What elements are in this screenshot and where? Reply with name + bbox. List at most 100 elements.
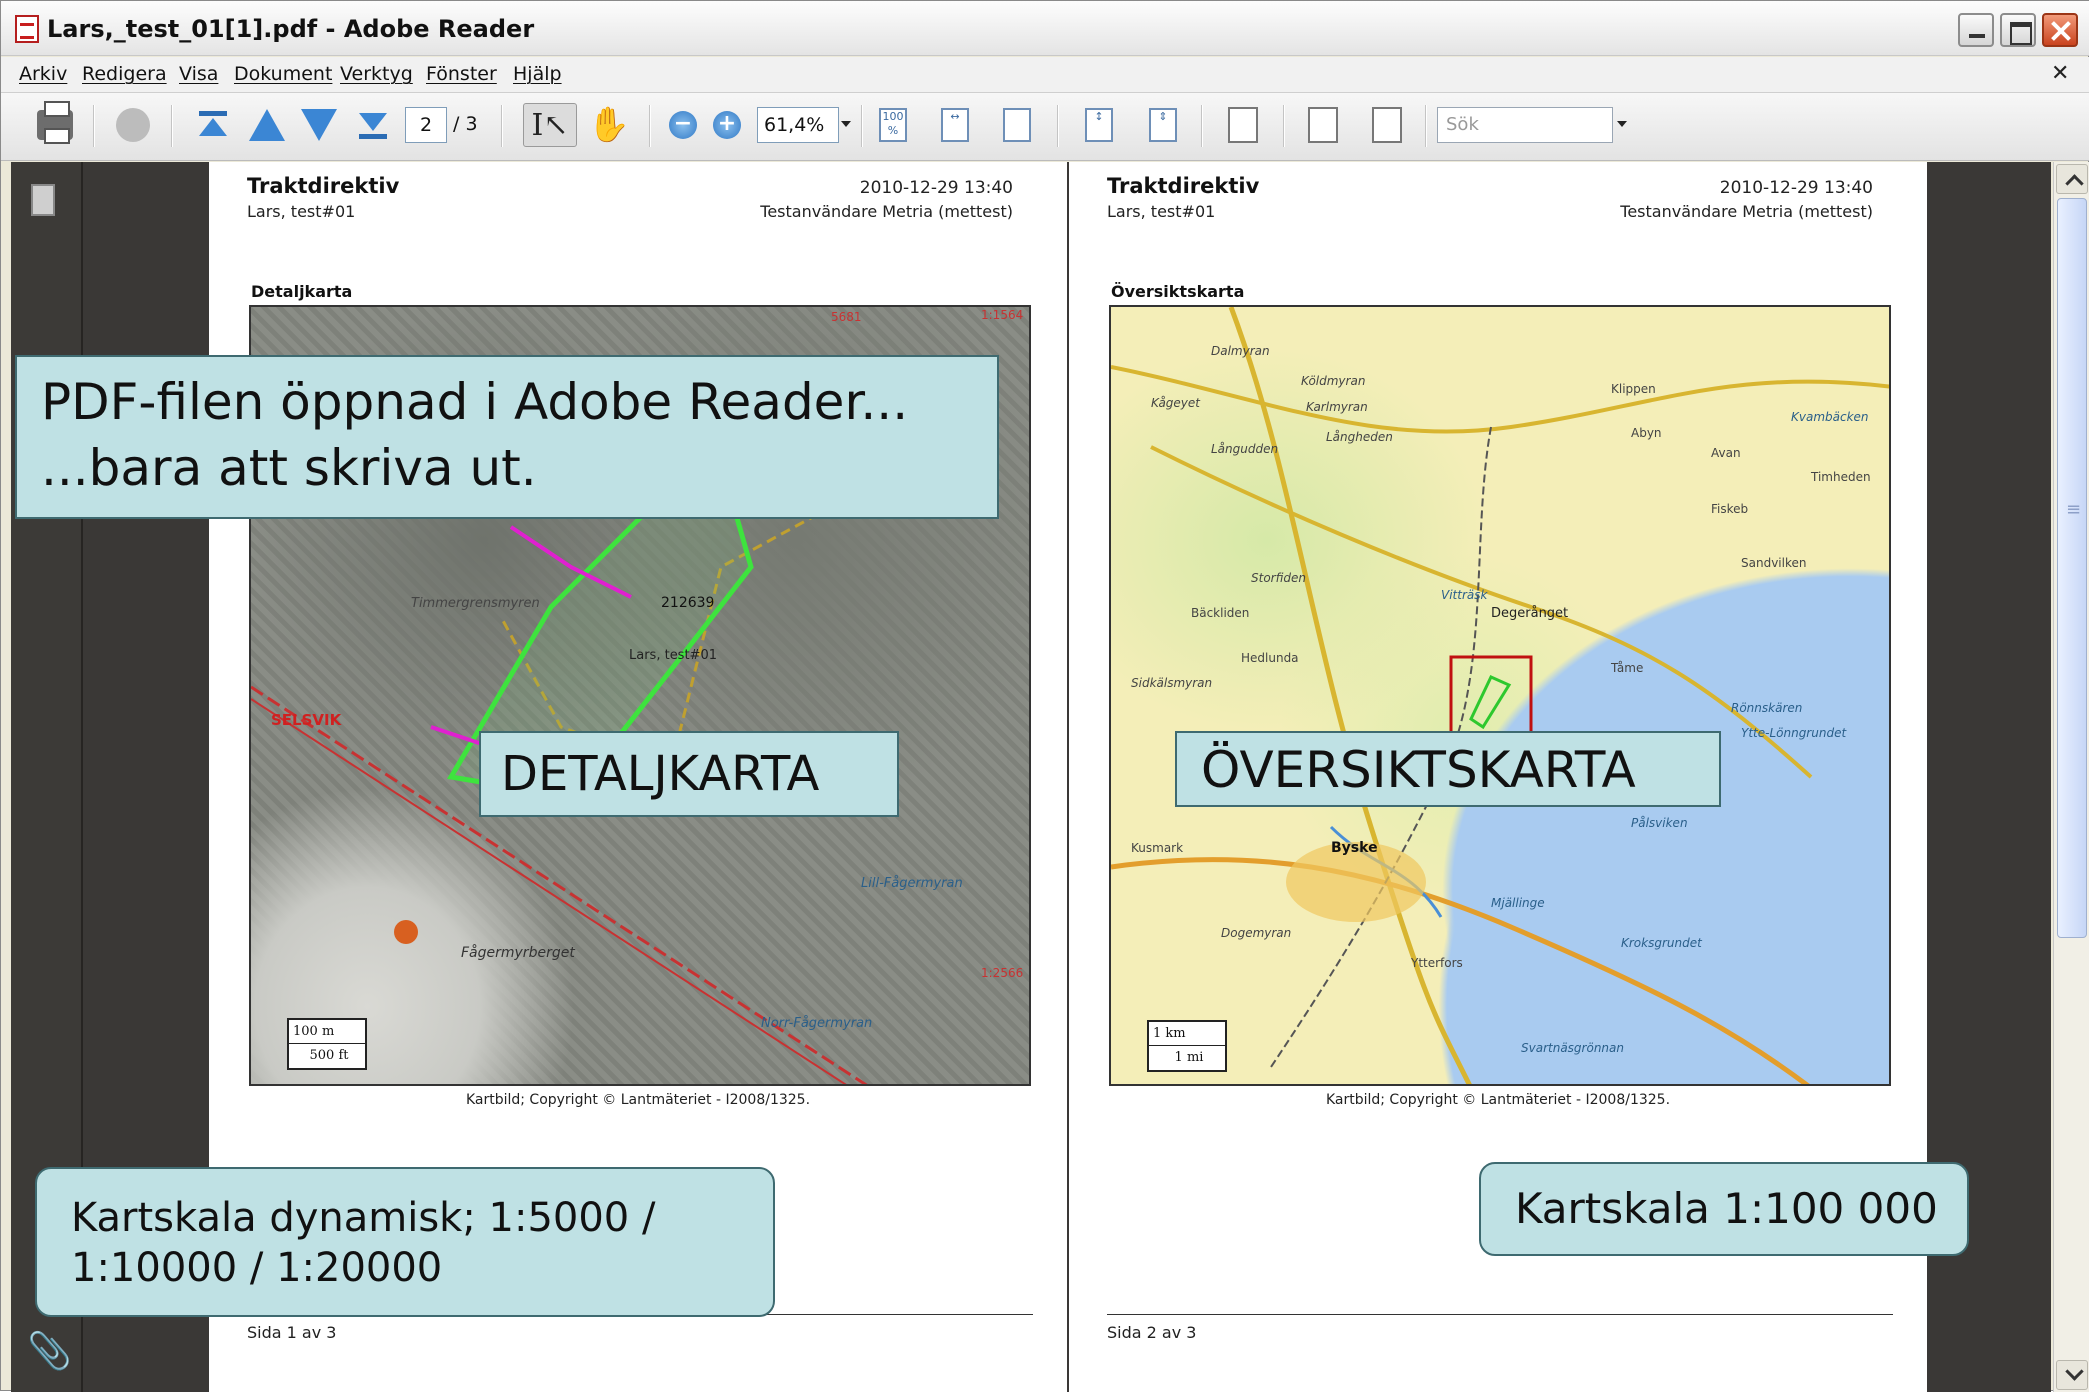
close-window-button[interactable] xyxy=(2042,13,2078,47)
map-label: Norr-Fågermyran xyxy=(761,1016,872,1031)
page-title: Traktdirektiv xyxy=(247,174,400,198)
map-label: Köldmyran xyxy=(1301,374,1365,388)
menu-visa[interactable]: Visa xyxy=(179,63,218,85)
maximize-button[interactable] xyxy=(2000,13,2036,47)
fit-page-icon xyxy=(1003,108,1031,142)
zoom-out-button[interactable]: − xyxy=(661,103,705,147)
share-icon xyxy=(116,108,150,142)
map-label: Avan xyxy=(1711,446,1741,460)
print-icon xyxy=(37,101,73,144)
map-label: Ytterfors xyxy=(1410,956,1463,970)
minimize-button[interactable] xyxy=(1958,13,1994,47)
zoom-level-input[interactable]: 61,4% xyxy=(757,107,839,143)
scroll-thumb[interactable] xyxy=(2057,198,2087,938)
close-document-icon[interactable]: ✕ xyxy=(2051,61,2069,86)
print-button[interactable] xyxy=(33,101,77,147)
map-label: Pålsviken xyxy=(1631,816,1688,830)
map-label: Storfiden xyxy=(1251,571,1306,585)
page-customer: Testanvändare Metria (mettest) xyxy=(1620,202,1873,221)
map-copyright: Kartbild; Copyright © Lantmäteriet - I20… xyxy=(1325,1092,1671,1108)
first-page-button[interactable] xyxy=(191,103,235,147)
zoom-dropdown-icon[interactable] xyxy=(841,121,851,127)
fit-page-button[interactable] xyxy=(995,103,1039,147)
map-label: Ytte-Lönngrundet xyxy=(1741,726,1847,740)
share-button[interactable] xyxy=(111,103,155,147)
callout-dynamic-scale-line1: Kartskala dynamisk; 1:5000 / xyxy=(71,1195,656,1241)
select-text-icon: I↖ xyxy=(531,107,569,143)
page-footer: Sida 1 av 3 xyxy=(247,1323,337,1342)
road-line xyxy=(1111,365,1889,434)
menu-verktyg[interactable]: Verktyg xyxy=(340,63,413,85)
hand-tool-button[interactable]: ✋ xyxy=(587,103,631,147)
map-label: Lill-Fågermyran xyxy=(861,876,963,891)
vertical-scrollbar[interactable] xyxy=(2053,162,2089,1392)
scroll-up-button[interactable] xyxy=(2056,164,2088,194)
page-number-input[interactable]: 2 xyxy=(405,107,447,143)
fit-width-button[interactable]: ↔ xyxy=(933,103,977,147)
page-footer: Sida 2 av 3 xyxy=(1107,1323,1197,1342)
menu-hjalp[interactable]: Hjälp xyxy=(513,63,562,85)
map-label: Degerånget xyxy=(1491,606,1568,621)
callout-dynamic-scale: Kartskala dynamisk; 1:5000 / 1:10000 / 1… xyxy=(35,1167,775,1317)
map-label: Karlmyran xyxy=(1306,400,1368,414)
map-label: Mjällinge xyxy=(1491,896,1545,910)
toolbar: 2 / 3 I↖ ✋ − + 61,4% 100% ↔ ↕ ⇕ Sök xyxy=(1,93,2089,161)
rotate-button[interactable] xyxy=(1365,103,1409,147)
landmark-marker xyxy=(394,920,418,944)
footer-rule xyxy=(1107,1314,1893,1315)
actual-size-button[interactable]: 100% xyxy=(871,103,915,147)
menu-fonster[interactable]: Fönster xyxy=(426,63,497,85)
single-page-button[interactable]: ↕ xyxy=(1077,103,1121,147)
continuous-button[interactable]: ⇕ xyxy=(1141,103,1185,147)
page-datetime: 2010-12-29 13:40 xyxy=(859,178,1013,198)
map-label: Timmergrensmyren xyxy=(411,596,540,611)
pages-panel-icon[interactable] xyxy=(31,184,55,216)
callout-overview-map: ÖVERSIKTSKARTA xyxy=(1175,731,1721,807)
rotate-icon xyxy=(1372,107,1402,143)
page-title: Traktdirektiv xyxy=(1107,174,1260,198)
map-label: Byske xyxy=(1331,840,1378,856)
scale-bar: 100 m 500 ft xyxy=(287,1018,367,1070)
map-label: Timheden xyxy=(1810,470,1871,484)
map-label: Fågermyrberget xyxy=(461,944,575,961)
last-page-button[interactable] xyxy=(351,103,395,147)
section-heading: Detaljkarta xyxy=(251,282,353,301)
map-label: Kroksgrundet xyxy=(1621,936,1703,950)
menu-arkiv[interactable]: Arkiv xyxy=(19,63,67,85)
facing-button[interactable] xyxy=(1301,103,1345,147)
zoom-in-button[interactable]: + xyxy=(705,103,749,147)
reading-mode-button[interactable] xyxy=(1221,103,1265,147)
title-bar[interactable]: Lars,_test_01[1].pdf - Adobe Reader xyxy=(1,1,2089,56)
facing-icon xyxy=(1308,107,1338,143)
callout-intro-line2: ...bara att skriva ut. xyxy=(41,439,537,497)
prev-page-button[interactable] xyxy=(245,103,289,147)
page-user: Lars, test#01 xyxy=(247,202,356,221)
map-label: Bäckliden xyxy=(1191,606,1249,620)
overview-map-overlay: Dalmyran Köldmyran Kågeyet Karlmyran Lån… xyxy=(1111,307,1889,1084)
map-label: Sidkälsmyran xyxy=(1131,676,1212,690)
next-page-icon xyxy=(301,109,337,141)
menu-dokument[interactable]: Dokument xyxy=(234,63,332,85)
next-page-button[interactable] xyxy=(297,103,341,147)
single-page-icon: ↕ xyxy=(1085,108,1113,142)
map-label: Långheden xyxy=(1326,430,1393,444)
last-page-icon xyxy=(359,111,387,139)
window-title: Lars,_test_01[1].pdf - Adobe Reader xyxy=(47,15,535,43)
select-tool-button[interactable]: I↖ xyxy=(523,103,577,147)
map-copyright: Kartbild; Copyright © Lantmäteriet - I20… xyxy=(465,1092,811,1108)
fit-width-icon: ↔ xyxy=(941,108,969,142)
reading-mode-icon xyxy=(1228,107,1258,143)
page-datetime: 2010-12-29 13:40 xyxy=(1719,178,1873,198)
overview-map: Dalmyran Köldmyran Kågeyet Karlmyran Lån… xyxy=(1109,305,1891,1086)
map-label: 212639 xyxy=(661,595,714,611)
search-dropdown-icon[interactable] xyxy=(1617,121,1627,127)
map-label: 1:1564 xyxy=(981,308,1023,322)
search-input[interactable]: Sök xyxy=(1437,107,1613,143)
scroll-down-button[interactable] xyxy=(2056,1360,2088,1390)
menu-redigera[interactable]: Redigera xyxy=(82,63,167,85)
map-label: Abyn xyxy=(1631,426,1662,440)
road-line xyxy=(1150,445,1813,779)
attachments-icon[interactable]: 📎 xyxy=(27,1330,72,1372)
map-label: Hedlunda xyxy=(1241,651,1299,665)
zoom-in-icon: + xyxy=(713,111,741,139)
